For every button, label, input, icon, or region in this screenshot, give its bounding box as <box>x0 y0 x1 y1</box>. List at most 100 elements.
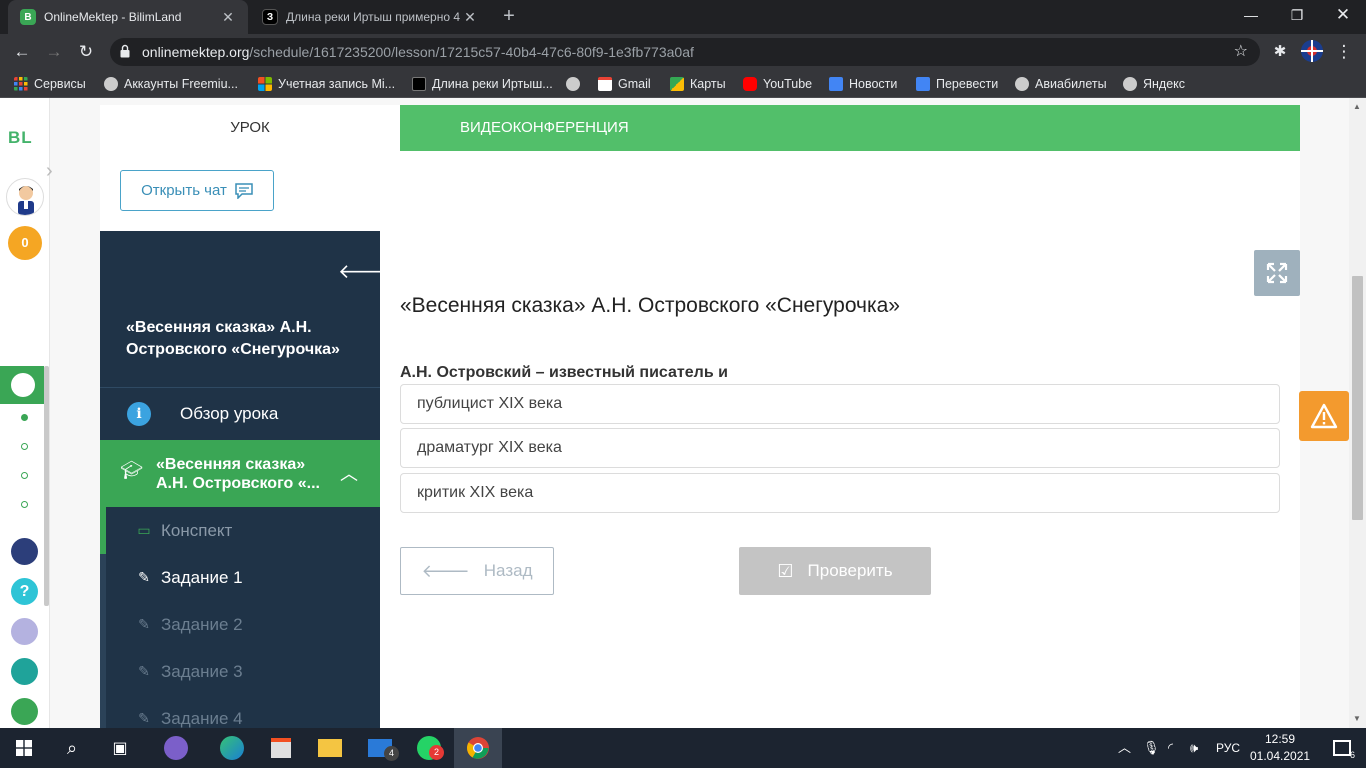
profile-avatar[interactable] <box>1300 40 1324 64</box>
sidebar-item-topic[interactable]: 🎓︎ «Весенняя сказка» А.Н. Островского «.… <box>100 440 380 507</box>
page-scrollbar[interactable]: ▲ ▼ <box>1349 98 1366 728</box>
forward-arrow-icon[interactable]: → <box>42 40 66 64</box>
scroll-up-arrow-icon[interactable]: ▲ <box>1353 102 1361 111</box>
sidebar-item-label: Задание 2 <box>161 614 243 634</box>
input-language[interactable]: РУС <box>1216 728 1240 768</box>
whatsapp-icon[interactable]: 2 <box>405 728 453 768</box>
tab-znanija[interactable]: З Длина реки Иртыш примерно 4 ✕ <box>250 0 490 34</box>
back-arrow-icon[interactable]: ← <box>10 40 34 64</box>
sidebar-item-label: «Весенняя сказка» А.Н. Островского «... <box>156 456 320 492</box>
reload-icon[interactable]: ↻ <box>74 40 98 64</box>
file-explorer-icon[interactable] <box>306 728 354 768</box>
system-clock[interactable]: 12:59 01.04.2021 <box>1250 731 1310 765</box>
news-icon <box>829 77 843 91</box>
open-chat-button[interactable]: Открыть чат <box>120 170 274 211</box>
close-window-button[interactable]: ✕ <box>1320 0 1366 32</box>
chevron-up-icon[interactable]: ︿ <box>340 460 358 486</box>
sidebar-item-task-4[interactable]: ✎ Задание 4 <box>100 695 380 728</box>
rail-step-dot[interactable] <box>21 472 28 479</box>
answer-option[interactable]: драматург XIX века <box>400 428 1280 468</box>
sidebar-item-overview[interactable]: i Обзор урока <box>100 388 380 440</box>
microphone-icon[interactable]: 🎙︎ <box>1143 728 1160 768</box>
bookmark-microsoft[interactable]: Учетная запись Mi... <box>258 70 395 98</box>
sidebar-item-label: Задание 4 <box>161 708 243 728</box>
store-icon[interactable] <box>257 728 305 768</box>
bookmark-gmail[interactable]: Gmail <box>598 70 651 98</box>
close-tab-icon[interactable]: ✕ <box>462 9 478 26</box>
globe-icon <box>1123 77 1137 91</box>
task-view-icon[interactable]: ▣ <box>96 728 144 768</box>
smart-nation-icon[interactable] <box>11 538 38 565</box>
tab-onlinemektep[interactable]: B OnlineMektep - BilimLand ✕ <box>8 0 248 34</box>
scroll-down-arrow-icon[interactable]: ▼ <box>1353 714 1361 723</box>
avatar[interactable] <box>6 178 44 216</box>
rail-item-onlinemektep[interactable] <box>0 366 44 404</box>
page-title: «Весенняя сказка» А.Н. Островского «Снег… <box>400 294 900 317</box>
tab-title: Длина реки Иртыш примерно 4 <box>286 10 460 24</box>
bookmark-maps[interactable]: Карты <box>670 70 726 98</box>
bookmark-globe[interactable] <box>566 70 586 98</box>
sidebar-item-task-2[interactable]: ✎ Задание 2 <box>100 601 380 648</box>
lesson-sidebar: 🡐 «Весенняя сказка» А.Н. Островского «Сн… <box>100 231 392 728</box>
rail-step-dot[interactable] <box>21 501 28 508</box>
left-icon-rail: BL 0 › ? <box>0 98 53 728</box>
clock-date: 01.04.2021 <box>1250 749 1311 763</box>
chrome-icon[interactable] <box>454 728 502 768</box>
new-tab-button[interactable]: + <box>498 6 520 28</box>
windows-start-icon[interactable] <box>0 728 48 768</box>
address-bar[interactable]: onlinemektep.org/schedule/1617235200/les… <box>110 38 1260 66</box>
edge-icon[interactable] <box>208 728 256 768</box>
arrow-left-icon: 🡐 <box>421 560 470 581</box>
bookmark-freemium[interactable]: Аккаунты Freemiu... <box>104 70 238 98</box>
globe-icon <box>1015 77 1029 91</box>
bookmark-news[interactable]: Новости <box>829 70 897 98</box>
minimize-button[interactable]: — <box>1228 0 1274 32</box>
tab-lesson[interactable]: УРОК <box>100 105 400 151</box>
cortana-mic-icon[interactable] <box>152 728 200 768</box>
extensions-icon[interactable]: ✱ <box>1268 40 1292 64</box>
check-button[interactable]: ☑ Проверить <box>739 547 931 595</box>
page-viewport: BL 0 › ? УРОК ВИДЕОКОНФЕРЕНЦИЯ Открыть ч… <box>0 98 1366 728</box>
fullscreen-button[interactable] <box>1254 250 1300 296</box>
volume-icon[interactable]: 🕪︎ <box>1190 728 1198 768</box>
url-text: onlinemektep.org/schedule/1617235200/les… <box>142 44 694 60</box>
tab-videoconference[interactable]: ВИДЕОКОНФЕРЕНЦИЯ <box>400 105 1300 151</box>
collapse-sidebar-arrow-icon[interactable]: 🡐 <box>338 259 392 284</box>
rail-scrollbar[interactable] <box>44 366 49 606</box>
notifications-icon[interactable]: 6 <box>1318 728 1366 768</box>
help-icon[interactable]: ? <box>11 578 38 605</box>
back-button[interactable]: 🡐 Назад <box>400 547 554 595</box>
sidebar-item-task-3[interactable]: ✎ Задание 3 <box>100 648 380 695</box>
rail-step-dot[interactable] <box>21 414 28 421</box>
scrollbar-thumb[interactable] <box>1352 276 1363 520</box>
sidebar-item-task-1[interactable]: ✎ Задание 1 <box>100 554 380 601</box>
sidebar-item-konspekt[interactable]: ▭ Конспект <box>100 507 380 554</box>
bookmark-yandex[interactable]: Яндекс <box>1123 70 1185 98</box>
answer-option[interactable]: публицист XIX века <box>400 384 1280 424</box>
network-icon[interactable]: ◜ <box>1168 728 1173 768</box>
expand-rail-icon[interactable]: › <box>46 156 70 186</box>
search-icon[interactable]: ⌕ <box>48 728 96 768</box>
bilimland-logo[interactable]: BL <box>8 128 33 148</box>
globe-icon <box>104 77 118 91</box>
mail-icon[interactable]: 4 <box>356 728 404 768</box>
bookmark-translate[interactable]: Перевести <box>916 70 998 98</box>
bookmark-aviabilety[interactable]: Авиабилеты <box>1015 70 1107 98</box>
rail-step-dot[interactable] <box>21 443 28 450</box>
bilimland-green-icon[interactable] <box>11 698 38 725</box>
bookmark-apps[interactable]: Сервисы <box>14 70 86 98</box>
bookmark-star-icon[interactable]: ☆ <box>1234 38 1248 66</box>
bookmark-znanija[interactable]: Длина реки Иртыш... <box>412 70 553 98</box>
restore-button[interactable]: ❐ <box>1274 0 1320 32</box>
bookmark-youtube[interactable]: YouTube <box>743 70 812 98</box>
report-problem-button[interactable] <box>1299 391 1349 441</box>
chevron-up-icon[interactable]: ︿ <box>1118 728 1131 768</box>
bilimland-app-icon[interactable] <box>11 658 38 685</box>
tab-title: OnlineMektep - BilimLand <box>44 10 182 24</box>
check-button-label: Проверить <box>807 561 893 580</box>
book-icon: ▭ <box>137 522 151 538</box>
close-tab-icon[interactable]: ✕ <box>220 9 236 26</box>
answer-option[interactable]: критик XIX века <box>400 473 1280 513</box>
menu-kebab-icon[interactable]: ⋮ <box>1332 40 1356 64</box>
keyboard-icon[interactable] <box>11 618 38 645</box>
